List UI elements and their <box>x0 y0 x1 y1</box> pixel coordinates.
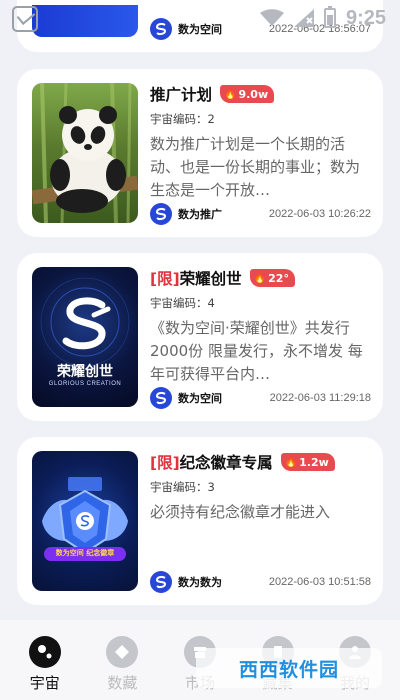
flame-icon: 🔥 <box>284 456 298 468</box>
universe-card[interactable]: 推广计划 🔥 9.0w 宇宙编码：2 数为推广计划是一个长期的活动、也是一份长期… <box>17 69 383 237</box>
card-content: [限]荣耀创世 🔥 22° 宇宙编码：4 《数为空间·荣耀创世》共发行2000份… <box>150 265 371 386</box>
brand-name: 数为数为 <box>178 576 222 589</box>
card-title-row: [限]纪念徽章专属 🔥 1.2w <box>150 449 371 475</box>
tab-universe[interactable]: 宇宙 <box>10 620 80 700</box>
card-title: [限]荣耀创世 <box>150 267 242 289</box>
heat-badge: 🔥 1.2w <box>280 453 335 471</box>
card-timestamp: 2022-06-03 10:51:58 <box>268 576 371 588</box>
brand-logo-icon <box>150 203 172 225</box>
heat-value: 9.0w <box>238 87 269 101</box>
wifi-icon <box>259 9 284 26</box>
status-bar: 9:25 <box>0 0 400 36</box>
card-title-row: [限]荣耀创世 🔥 22° <box>150 265 371 291</box>
card-thumbnail: 荣耀创世 GLORIOUS CREATION <box>32 267 138 407</box>
brand-name: 数为推广 <box>178 208 222 221</box>
site-watermark: 西西软件园 <box>196 648 382 688</box>
card-description: 必须持有纪念徽章才能进入 <box>150 503 331 521</box>
card-thumbnail <box>32 83 138 223</box>
brand-name: 数为空间 <box>178 392 222 405</box>
card-content: 推广计划 🔥 9.0w 宇宙编码：2 数为推广计划是一个长期的活动、也是一份长期… <box>150 81 371 202</box>
card-title: [限]纪念徽章专属 <box>150 451 273 473</box>
diamond-icon <box>106 636 139 668</box>
panda-image <box>32 83 138 223</box>
badge-image <box>42 477 128 561</box>
card-description: 《数为空间·荣耀创世》共发行2000份 限量发行，永不增发 每年可获得平台内… <box>150 319 363 383</box>
watermark-text: 西西软件园 <box>238 658 339 681</box>
signal-icon <box>293 9 314 27</box>
heat-value: 22° <box>268 271 289 285</box>
universe-code: 宇宙编码：4 <box>150 296 215 310</box>
gallery-icon <box>12 6 38 32</box>
card-brand: 数为空间 <box>150 387 222 409</box>
brand-logo-icon <box>150 571 172 593</box>
tab-label: 数藏 <box>107 674 138 692</box>
thumb-caption: 数为空间 纪念徽章 <box>55 549 115 557</box>
heat-badge: 🔥 9.0w <box>220 85 275 103</box>
card-title: 推广计划 <box>150 83 212 105</box>
flame-icon: 🔥 <box>224 88 237 100</box>
card-brand: 数为数为 <box>150 571 222 593</box>
card-title-text: 纪念徽章专属 <box>179 454 273 472</box>
thumb-subcaption: GLORIOUS CREATION <box>48 381 122 387</box>
universe-card[interactable]: 荣耀创世 GLORIOUS CREATION [限]荣耀创世 🔥 22° 宇宙编… <box>17 253 383 421</box>
card-content: [限]纪念徽章专属 🔥 1.2w 宇宙编码：3 必须持有纪念徽章才能进入 <box>150 449 371 524</box>
card-title-text: 推广计划 <box>150 86 213 104</box>
flame-icon: 🔥 <box>253 272 267 284</box>
universe-card[interactable]: 数为空间 纪念徽章 [限]纪念徽章专属 🔥 1.2w 宇宙编码：3 必须持有纪念… <box>17 437 383 605</box>
tab-collections[interactable]: 数藏 <box>87 620 157 700</box>
universe-feed[interactable]: 数为空间 2022-06-02 18:56:07 推广计划 🔥 9.0w 宇宙编… <box>0 0 400 620</box>
card-title-row: 推广计划 🔥 9.0w <box>150 81 371 107</box>
brand-logo-icon <box>150 387 172 409</box>
card-description: 数为推广计划是一个长期的活动、也是一份长期的事业；数为生态是一个开放… <box>150 135 361 199</box>
card-timestamp: 2022-06-03 10:26:22 <box>268 208 371 220</box>
card-title-text: 荣耀创世 <box>179 270 242 288</box>
universe-code: 宇宙编码：2 <box>150 112 215 126</box>
heat-value: 1.2w <box>299 455 329 469</box>
limited-tag: [限] <box>150 454 180 472</box>
limited-tag: [限] <box>150 270 180 288</box>
heat-badge: 🔥 22° <box>249 269 295 287</box>
status-time: 9:25 <box>345 6 386 29</box>
card-footer: 数为空间 2022-06-03 11:29:18 <box>150 387 371 409</box>
card-footer: 数为数为 2022-06-03 10:51:58 <box>150 571 371 593</box>
universe-code: 宇宙编码：3 <box>150 480 215 494</box>
universe-icon <box>28 636 61 668</box>
card-brand: 数为推广 <box>150 203 222 225</box>
battery-icon <box>323 6 336 28</box>
card-timestamp: 2022-06-03 11:29:18 <box>269 392 371 404</box>
thumb-caption: 荣耀创世 <box>57 364 113 380</box>
card-thumbnail: 数为空间 纪念徽章 <box>32 451 138 591</box>
tab-label: 宇宙 <box>29 674 60 692</box>
card-footer: 数为推广 2022-06-03 10:26:22 <box>150 203 371 225</box>
